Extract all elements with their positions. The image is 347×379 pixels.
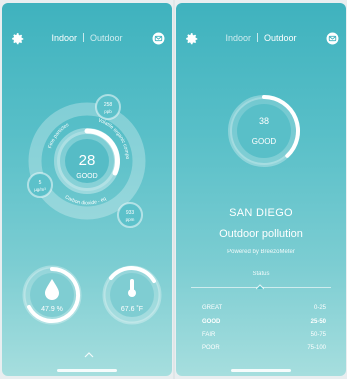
chevron-up-icon[interactable] [84, 352, 94, 358]
carbon-dioxide-bubble[interactable]: 933 ppm [117, 202, 143, 228]
city-name: SAN DIEGO [229, 207, 293, 219]
powered-by-link[interactable]: Powered by BreezoMeter [176, 249, 346, 255]
temperature-gauge[interactable]: 67.6 ˚F [102, 265, 162, 325]
indoor-aqi-label: GOOD [76, 173, 97, 180]
status-label: Status [252, 271, 270, 277]
home-indicator [57, 369, 117, 372]
svg-text:ppm: ppm [126, 217, 135, 222]
caret-up-icon [256, 284, 264, 290]
indoor-aqi-value: 28 [79, 152, 96, 169]
fine-particles-bubble[interactable]: 5 µg/m³ [27, 172, 53, 198]
svg-text:258: 258 [104, 102, 113, 108]
temperature-value: 67.6 ˚F [121, 305, 143, 313]
svg-text:µg/m³: µg/m³ [34, 187, 46, 192]
indoor-screen: Indoor Outdoor 28 GOOD Fine particles Vo… [2, 3, 172, 376]
scale-row-poor: POOR 75-100 [202, 345, 326, 351]
svg-text:5: 5 [39, 180, 42, 186]
outdoor-aqi-disc [237, 104, 291, 158]
outdoor-gauge: 38 GOOD [228, 95, 300, 167]
scale-row-good: GOOD 25-50 [202, 319, 326, 325]
outdoor-screen: Indoor Outdoor 38 GOOD SAN DIEGO Outdoor … [176, 3, 346, 376]
svg-text:ppb: ppb [104, 109, 112, 114]
outdoor-aqi-label: GOOD [252, 137, 277, 146]
outdoor-aqi-value: 38 [259, 116, 269, 126]
scale-row-fair: FAIR 50-75 [202, 332, 326, 338]
organic-compounds-bubble[interactable]: 258 ppb [95, 94, 121, 120]
screen-separator [173, 0, 175, 379]
humidity-value: 47.9 % [41, 306, 63, 313]
outdoor-pollution-title: Outdoor pollution [219, 228, 303, 240]
indoor-gauge-panel: 28 GOOD Fine particles Volatile organic … [2, 3, 162, 325]
svg-text:933: 933 [126, 210, 135, 216]
humidity-gauge[interactable]: 47.9 % [22, 265, 82, 325]
scale-row-great: GREAT 0-25 [202, 305, 326, 311]
home-indicator [231, 369, 291, 372]
